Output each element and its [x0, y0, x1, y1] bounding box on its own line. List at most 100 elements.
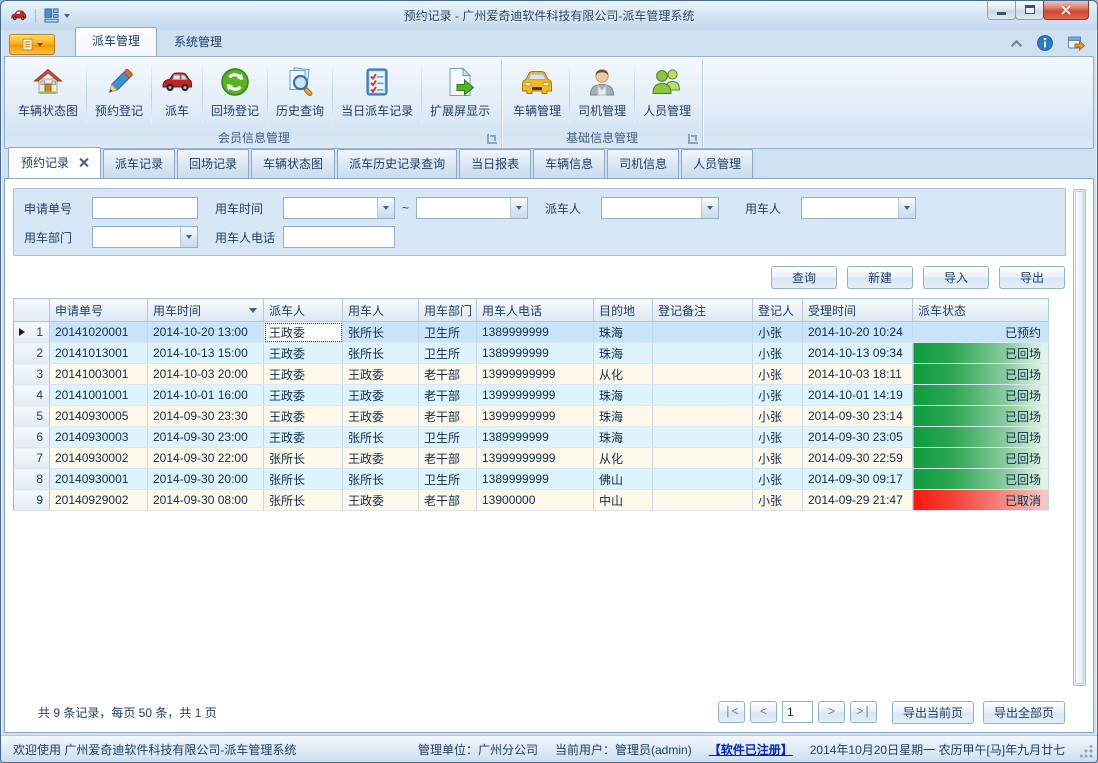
cell-dispatcher[interactable]: 王政委 [264, 385, 343, 406]
cell-accept-time[interactable]: 2014-10-03 18:11 [803, 364, 913, 385]
cell-destination[interactable]: 从化 [594, 364, 653, 385]
combo-dropdown-button[interactable] [377, 198, 394, 218]
cell-registrar[interactable]: 小张 [753, 364, 803, 385]
cell-department[interactable]: 老干部 [419, 448, 477, 469]
cell-order-no[interactable]: 20140929002 [50, 490, 148, 511]
license-registered-link[interactable]: 【软件已注册】 [709, 741, 793, 758]
table-row[interactable]: 8201409300012014-09-30 20:00张所长张所长卫生所138… [14, 469, 1049, 490]
cell-phone[interactable]: 13900000 [477, 490, 594, 511]
indicator-column-header[interactable] [14, 299, 50, 322]
row-indicator[interactable]: 2 [14, 343, 50, 364]
cell-user[interactable]: 王政委 [343, 406, 419, 427]
cell-accept-time[interactable]: 2014-09-30 23:05 [803, 427, 913, 448]
reservation-register-button[interactable]: 预约登记 [87, 61, 151, 129]
cell-order-no[interactable]: 20141001001 [50, 385, 148, 406]
cell-accept-time[interactable]: 2014-10-20 10:24 [803, 322, 913, 343]
combo-dropdown-button[interactable] [898, 198, 915, 218]
cell-use-time[interactable]: 2014-09-30 20:00 [148, 469, 264, 490]
cell-dispatcher[interactable]: 王政委 [264, 427, 343, 448]
cell-remark[interactable] [653, 385, 753, 406]
history-query-button[interactable]: 历史查询 [268, 61, 332, 129]
export-button[interactable]: 导出 [999, 266, 1065, 289]
minimize-button[interactable] [987, 0, 1016, 20]
dispatcher-combo[interactable] [601, 197, 719, 219]
cell-remark[interactable] [653, 427, 753, 448]
vehicle-manage-button[interactable]: 车辆管理 [505, 61, 569, 129]
row-indicator[interactable]: 8 [14, 469, 50, 490]
cell-status[interactable]: 已预约 [913, 322, 1049, 343]
table-row[interactable]: 6201409300032014-09-30 23:00王政委张所长卫生所138… [14, 427, 1049, 448]
cell-department[interactable]: 老干部 [419, 364, 477, 385]
dispatch-button[interactable]: 派车 [152, 61, 202, 129]
first-page-button[interactable]: |< [718, 701, 745, 723]
col-user[interactable]: 用车人 [343, 299, 419, 322]
app-switch-icon[interactable] [1067, 34, 1085, 52]
tab-dispatch-history-query[interactable]: 派车历史记录查询 [337, 149, 457, 178]
vertical-scrollbar[interactable] [1073, 189, 1086, 686]
prev-page-button[interactable]: < [750, 701, 777, 723]
vehicle-status-chart-button[interactable]: 车辆状态图 [10, 61, 86, 129]
cell-order-no[interactable]: 20140930002 [50, 448, 148, 469]
tab-dispatch-records[interactable]: 派车记录 [103, 149, 175, 178]
ribbon-tab-system-manage[interactable]: 系统管理 [157, 28, 239, 56]
table-row[interactable]: 4201410010012014-10-01 16:00王政委王政委老干部139… [14, 385, 1049, 406]
cell-remark[interactable] [653, 322, 753, 343]
cell-remark[interactable] [653, 364, 753, 385]
col-phone[interactable]: 用车人电话 [477, 299, 594, 322]
user-combo[interactable] [801, 197, 916, 219]
use-time-to-combo[interactable] [416, 197, 528, 219]
cell-destination[interactable]: 佛山 [594, 469, 653, 490]
driver-manage-button[interactable]: 司机管理 [570, 61, 634, 129]
cell-destination[interactable]: 中山 [594, 490, 653, 511]
tab-vehicle-status-chart[interactable]: 车辆状态图 [251, 149, 335, 178]
cell-use-time[interactable]: 2014-10-20 13:00 [148, 322, 264, 343]
cell-accept-time[interactable]: 2014-09-30 09:17 [803, 469, 913, 490]
row-indicator[interactable]: 4 [14, 385, 50, 406]
cell-department[interactable]: 老干部 [419, 490, 477, 511]
cell-registrar[interactable]: 小张 [753, 448, 803, 469]
col-department[interactable]: 用车部门 [419, 299, 477, 322]
cell-status[interactable]: 已回场 [913, 427, 1049, 448]
cell-order-no[interactable]: 20140930001 [50, 469, 148, 490]
cell-phone[interactable]: 1389999999 [477, 469, 594, 490]
cell-accept-time[interactable]: 2014-09-30 23:14 [803, 406, 913, 427]
cell-registrar[interactable]: 小张 [753, 490, 803, 511]
cell-dispatcher[interactable]: 张所长 [264, 469, 343, 490]
cell-order-no[interactable]: 20141013001 [50, 343, 148, 364]
cell-department[interactable]: 老干部 [419, 406, 477, 427]
cell-department[interactable]: 卫生所 [419, 322, 477, 343]
extend-screen-button[interactable]: 扩展屏显示 [422, 61, 498, 129]
cell-status[interactable]: 已回场 [913, 406, 1049, 427]
cell-user[interactable]: 王政委 [343, 490, 419, 511]
cell-registrar[interactable]: 小张 [753, 343, 803, 364]
cell-phone[interactable]: 13999999999 [477, 364, 594, 385]
cell-use-time[interactable]: 2014-09-30 22:00 [148, 448, 264, 469]
cell-accept-time[interactable]: 2014-09-30 22:59 [803, 448, 913, 469]
cell-department[interactable]: 卫生所 [419, 427, 477, 448]
row-indicator[interactable]: 9 [14, 490, 50, 511]
cell-registrar[interactable]: 小张 [753, 427, 803, 448]
dialog-launcher-icon[interactable] [688, 134, 698, 144]
col-registrar[interactable]: 登记人 [753, 299, 803, 322]
cell-destination[interactable]: 珠海 [594, 427, 653, 448]
cell-dispatcher[interactable]: 王政委 [264, 322, 343, 343]
cell-accept-time[interactable]: 2014-09-29 21:47 [803, 490, 913, 511]
tab-close-icon[interactable] [79, 158, 88, 167]
cell-phone[interactable]: 1389999999 [477, 343, 594, 364]
use-time-from-combo[interactable] [283, 197, 395, 219]
cell-dispatcher[interactable]: 张所长 [264, 448, 343, 469]
cell-phone[interactable]: 13999999999 [477, 448, 594, 469]
row-indicator[interactable]: 6 [14, 427, 50, 448]
row-indicator[interactable]: 3 [14, 364, 50, 385]
return-register-button[interactable]: 回场登记 [203, 61, 267, 129]
cell-accept-time[interactable]: 2014-10-13 09:34 [803, 343, 913, 364]
row-indicator[interactable]: 1 [14, 322, 50, 343]
cell-status[interactable]: 已回场 [913, 448, 1049, 469]
cell-status[interactable]: 已回场 [913, 469, 1049, 490]
col-order-no[interactable]: 申请单号 [50, 299, 148, 322]
layout-grid-icon[interactable] [44, 8, 59, 23]
cell-user[interactable]: 张所长 [343, 322, 419, 343]
cell-remark[interactable] [653, 490, 753, 511]
app-menu-button[interactable] [9, 34, 55, 55]
tab-reservation-records[interactable]: 预约记录 [8, 147, 101, 178]
